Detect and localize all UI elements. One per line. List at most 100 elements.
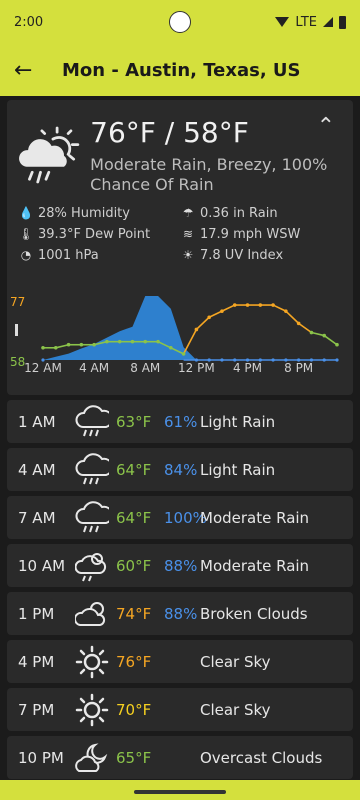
gauge-icon: ◔ [20,248,32,262]
temp-point [335,342,339,347]
temp-point [156,339,160,344]
hourly-time: 4 AM [18,460,56,479]
temp-point [92,342,96,347]
temp-point [245,303,250,307]
hourly-description: Moderate Rain [200,508,310,527]
rain-amount-icon: ☂ [182,206,194,220]
temp-segment [311,331,325,337]
temp-point [53,345,58,350]
hourly-row[interactable]: 7 PM 70°F Clear Sky [7,688,353,731]
hourly-time: 4 PM [18,652,55,671]
rain-area [43,296,337,360]
hourly-description: Overcast Clouds [200,748,323,767]
rain-cloud-icon [75,404,109,436]
sun-icon [75,693,109,726]
hourly-row[interactable]: 4 AM 64°F 84% Light Rain [7,448,353,491]
temp-segment [272,304,287,312]
wifi-icon [275,17,290,27]
current-description: Moderate Rain, Breezy, 100% Chance Of Ra… [90,155,328,194]
hourly-temp: 76°F [116,652,152,671]
hourly-row[interactable]: 10 AM 60°F 88% Moderate Rain [7,544,353,587]
x-tick-label: 4 PM [233,361,262,375]
hourly-precip-chance: 61% [164,412,198,431]
hourly-temp: 70°F [116,700,152,719]
hourly-precip-chance: 88% [164,604,198,623]
temp-point [296,321,301,326]
status-icons: LTE [275,15,346,30]
dew-point-value: 39.3°F Dew Point [38,226,151,242]
hourly-row[interactable]: 7 AM 64°F 100% Moderate Rain [7,496,353,539]
hourly-time: 1 AM [18,412,56,431]
moon-cloud-icon [75,742,108,772]
back-arrow-icon[interactable]: ← [14,58,54,83]
current-temperature: 76°F / 58°F [90,116,249,149]
temp-point [322,333,327,338]
temp-segment [182,329,198,355]
temp-segment [298,322,312,334]
thermometer-icon: 🌡 [18,227,34,241]
hourly-list: 1 AM 63°F 61% Light Rain 4 AM 64°F 84% Light Ra… [7,400,353,779]
hourly-description: Light Rain [200,412,276,431]
current-details: 💧 28% Humidity ☂ 0.36 in Rain 🌡 39.3°F Dew … [18,204,343,264]
temp-point [232,303,237,307]
temp-point [181,352,186,356]
humidity-value: 28% Humidity [38,205,130,221]
temp-segment [195,316,210,331]
temp-segment [221,304,236,312]
temp-point [130,339,135,344]
hourly-precip-chance: 88% [164,556,198,575]
app-bar: ← Mon - Austin, Texas, US [0,44,360,96]
current-weather-card[interactable]: 76°F / 58°F Moderate Rain, Breezy, 100% … [7,100,353,395]
hourly-temp: 65°F [116,748,152,767]
hourly-description: Light Rain [200,460,276,479]
camera-cutout [169,11,191,33]
temp-point [169,345,173,350]
y-max-label: 77 [10,295,25,309]
x-tick-label: 12 PM [178,361,215,375]
rain-cloud-icon [75,452,109,484]
rain-cloud-icon [75,500,109,532]
temp-point [271,303,275,307]
x-tick-label: 12 AM [24,361,62,375]
wind-value: 17.9 mph WSW [200,226,301,242]
temp-point [309,330,314,335]
hourly-row[interactable]: 1 AM 63°F 61% Light Rain [7,400,353,443]
battery-icon [339,15,346,29]
hourly-time: 10 PM [18,748,64,767]
main-content: 76°F / 58°F Moderate Rain, Breezy, 100% … [0,96,360,780]
sun-rain-cloud-icon [19,126,80,184]
uv-sun-icon: ☀ [182,248,194,262]
hourly-description: Broken Clouds [200,604,308,623]
thermometer-icon [15,324,18,336]
temp-point [117,339,122,344]
temp-point [105,339,109,344]
navigation-bar [0,780,360,800]
pressure-value: 1001 hPa [38,247,99,263]
y-min-label: 58 [10,355,25,369]
hourly-row[interactable]: 10 PM 65°F Overcast Clouds [7,736,353,779]
hourly-time: 1 PM [18,604,55,623]
humidity-icon: 💧 [18,206,34,220]
temp-point [207,315,211,320]
hourly-row[interactable]: 4 PM 76°F Clear Sky [7,640,353,683]
sun-icon [75,645,109,678]
home-handle[interactable] [134,790,226,794]
hourly-precip-chance: 100% [164,508,207,527]
hourly-description: Clear Sky [200,700,271,719]
status-time: 2:00 [14,14,44,30]
temp-segment [285,310,300,324]
page-title: Mon - Austin, Texas, US [62,59,301,81]
temp-point [194,327,199,332]
partly-cloudy-icon [75,601,106,626]
collapse-chevron-icon[interactable]: ⌃ [317,114,335,139]
hourly-chart: 77 5812 AM 4 AM 8 AM 12 PM 4 PM 8 PM [10,295,339,375]
temp-point [143,339,148,344]
temp-point [79,342,84,347]
hourly-row[interactable]: 1 PM 74°F 88% Broken Clouds [7,592,353,635]
wind-icon: ≋ [182,227,194,241]
signal-icon [323,17,333,27]
network-label: LTE [295,14,317,30]
temp-point [284,309,288,313]
hourly-time: 7 PM [18,700,55,719]
temp-segment [208,310,223,318]
